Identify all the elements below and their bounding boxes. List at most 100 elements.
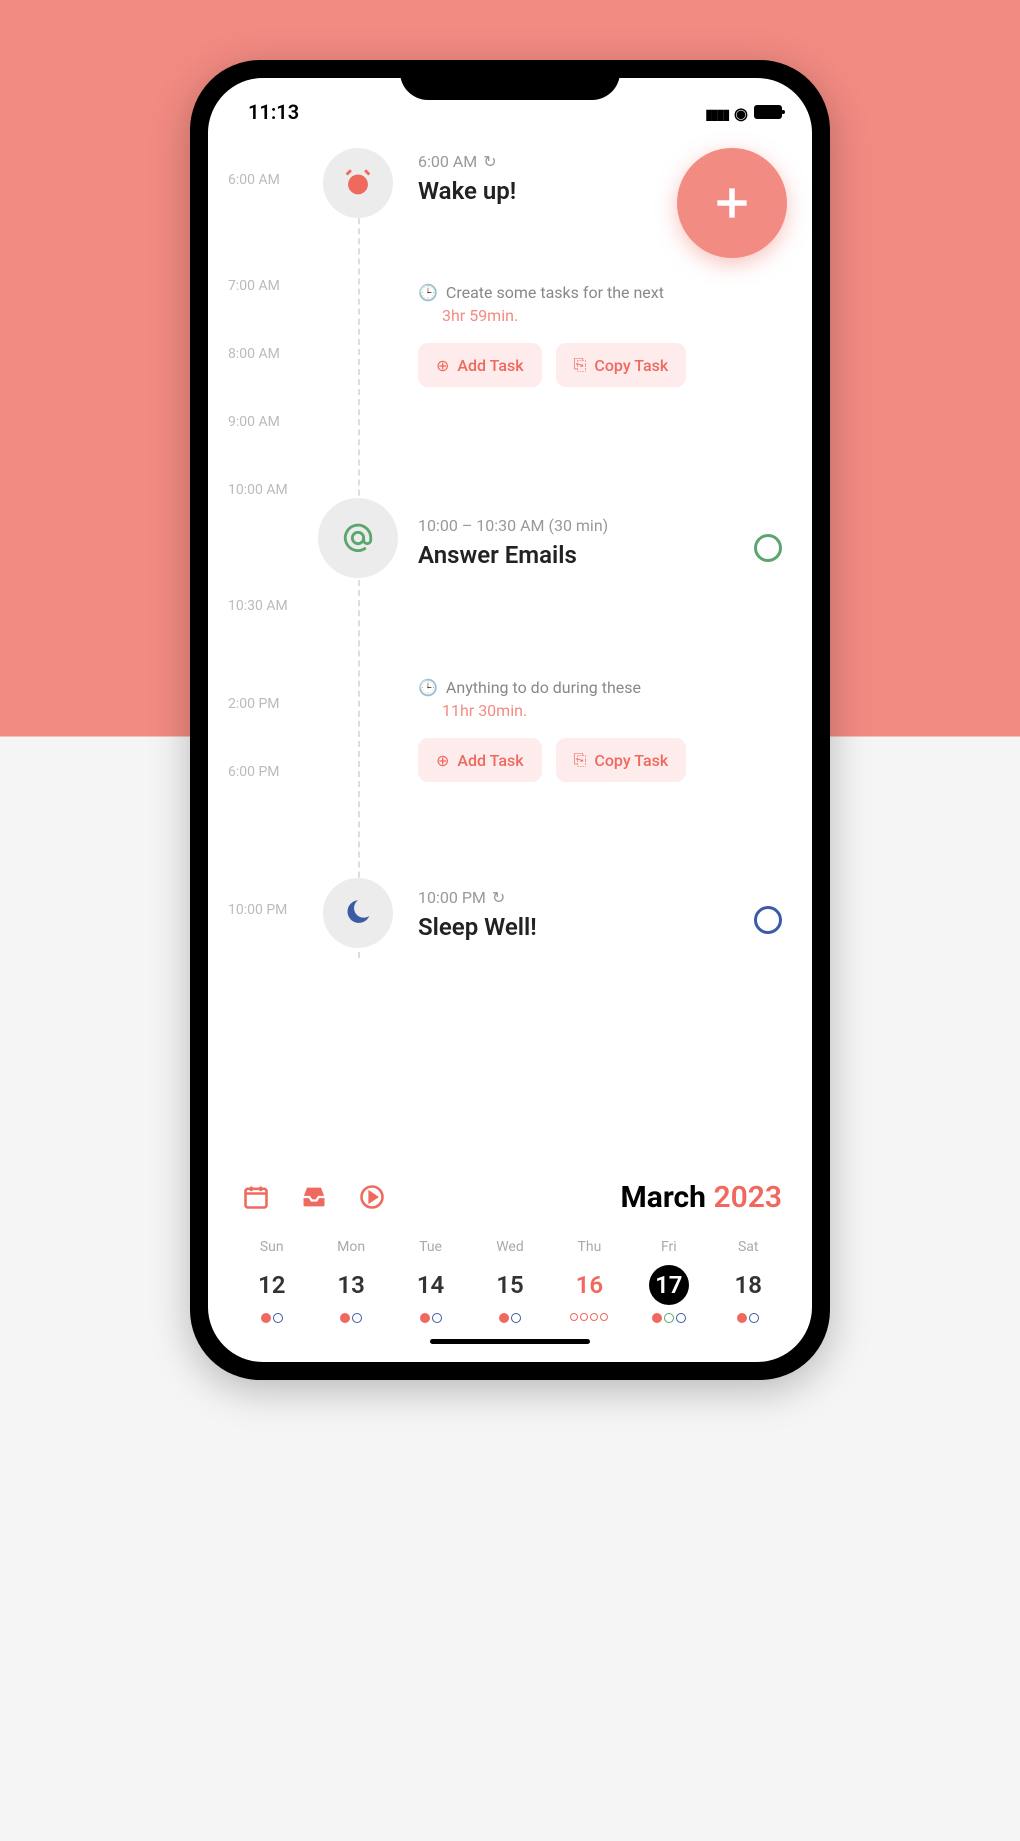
time-label: 10:30 AM	[228, 598, 313, 614]
time-label: 2:00 PM	[228, 696, 313, 712]
gap-duration: 3hr 59min.	[442, 306, 782, 325]
plus-circle-icon: ⊕	[436, 356, 449, 375]
day-of-week: Mon	[311, 1239, 390, 1255]
day-number: 13	[331, 1265, 371, 1305]
time-label: 6:00 PM	[228, 764, 313, 780]
calendar-icon	[242, 1183, 270, 1211]
copy-task-button[interactable]: ⎘ Copy Task	[556, 738, 687, 782]
event-node-sleep[interactable]	[323, 878, 393, 948]
signal-icon	[705, 100, 728, 124]
event-dot	[273, 1313, 283, 1323]
screen: 11:13 6:00 AM 7:00 AM 8:00 AM 9:00 AM 10:00 …	[208, 78, 812, 1362]
time-label: 10:00 PM	[228, 902, 313, 918]
home-indicator[interactable]	[430, 1339, 590, 1344]
copy-task-button[interactable]: ⎘ Copy Task	[556, 343, 687, 387]
clock-icon: 🕒	[418, 283, 438, 302]
bottom-panel: March 2023 Sun 12 Mon 13 Tue 14 Wed 15 Thu 16 Fri1…	[208, 1169, 812, 1362]
time-label: 8:00 AM	[228, 346, 313, 362]
event-dot	[420, 1313, 430, 1323]
moon-icon	[341, 896, 375, 930]
week-strip: Sun 12 Mon 13 Tue 14 Wed 15 Thu 16 Fri17Sat 18	[228, 1239, 792, 1323]
day-dots	[391, 1313, 470, 1323]
day-of-week: Tue	[391, 1239, 470, 1255]
event-node-emails[interactable]	[318, 498, 398, 578]
clock-icon: 🕒	[418, 678, 438, 697]
day-cell[interactable]: Thu 16	[550, 1239, 629, 1323]
event-dot	[749, 1313, 759, 1323]
day-of-week: Thu	[550, 1239, 629, 1255]
event-dot	[261, 1313, 271, 1323]
tools-row: March 2023	[228, 1169, 792, 1225]
event-dot	[590, 1313, 598, 1321]
day-number: 15	[490, 1265, 530, 1305]
plus-circle-icon: ⊕	[436, 751, 449, 770]
event-dot	[499, 1313, 509, 1323]
complete-toggle[interactable]	[754, 534, 782, 562]
day-number: 16	[569, 1265, 609, 1305]
status-bar: 11:13	[208, 78, 812, 128]
gap-duration: 11hr 30min.	[442, 701, 782, 720]
event-dot	[570, 1313, 578, 1321]
status-time: 11:13	[248, 100, 299, 124]
time-label: 10:00 AM	[228, 482, 313, 498]
add-button[interactable]	[677, 148, 787, 258]
at-icon	[341, 521, 375, 555]
event-title: Answer Emails	[418, 541, 782, 569]
inbox-icon	[300, 1183, 328, 1211]
day-dots	[709, 1313, 788, 1323]
day-cell[interactable]: Sun 12	[232, 1239, 311, 1323]
event-emails[interactable]: 10:00 – 10:30 AM (30 min) Answer Emails	[418, 516, 782, 569]
event-dot	[352, 1313, 362, 1323]
event-title: Sleep Well!	[418, 913, 782, 941]
event-node-wake[interactable]	[323, 148, 393, 218]
day-cell[interactable]: Mon 13	[311, 1239, 390, 1323]
day-dots	[550, 1313, 629, 1321]
time-label: 9:00 AM	[228, 414, 313, 430]
event-dot	[432, 1313, 442, 1323]
day-of-week: Sat	[709, 1239, 788, 1255]
event-dot	[737, 1313, 747, 1323]
copy-icon: ⎘	[574, 750, 587, 770]
month-name: March	[621, 1180, 706, 1215]
phone-frame: 11:13 6:00 AM 7:00 AM 8:00 AM 9:00 AM 10:00 …	[190, 60, 830, 1380]
gap-block-2: 🕒 Anything to do during these 11hr 30min…	[418, 678, 782, 782]
day-number: 14	[411, 1265, 451, 1305]
play-button[interactable]	[354, 1179, 390, 1215]
event-dot	[340, 1313, 350, 1323]
add-task-button[interactable]: ⊕ Add Task	[418, 343, 542, 387]
month-year: 2023	[713, 1180, 782, 1215]
complete-toggle[interactable]	[754, 906, 782, 934]
day-dots	[311, 1313, 390, 1323]
add-task-button[interactable]: ⊕ Add Task	[418, 738, 542, 782]
event-dot	[676, 1313, 686, 1323]
calendar-button[interactable]	[238, 1179, 274, 1215]
repeat-icon: ↻	[483, 152, 496, 171]
time-label: 7:00 AM	[228, 278, 313, 294]
content: 6:00 AM 7:00 AM 8:00 AM 9:00 AM 10:00 AM 10:3…	[208, 128, 812, 1169]
day-of-week: Wed	[470, 1239, 549, 1255]
event-dot	[511, 1313, 521, 1323]
day-number: 18	[728, 1265, 768, 1305]
inbox-button[interactable]	[296, 1179, 332, 1215]
alarm-icon	[341, 166, 375, 200]
day-cell[interactable]: Fri17	[629, 1239, 708, 1323]
day-cell[interactable]: Sat 18	[709, 1239, 788, 1323]
repeat-icon: ↻	[492, 888, 505, 907]
month-picker[interactable]: March 2023	[621, 1180, 783, 1215]
event-dot	[600, 1313, 608, 1321]
day-of-week: Sun	[232, 1239, 311, 1255]
day-dots	[232, 1313, 311, 1323]
gap-block-1: 🕒 Create some tasks for the next 3hr 59m…	[418, 283, 782, 387]
status-icons	[705, 100, 782, 124]
wifi-icon	[734, 100, 748, 124]
day-cell[interactable]: Tue 14	[391, 1239, 470, 1323]
day-number: 17	[649, 1265, 689, 1305]
day-number: 12	[252, 1265, 292, 1305]
event-dot	[664, 1313, 674, 1323]
time-label: 6:00 AM	[228, 172, 313, 188]
copy-icon: ⎘	[574, 355, 587, 375]
day-dots	[470, 1313, 549, 1323]
event-sleep[interactable]: 10:00 PM ↻ Sleep Well!	[418, 888, 782, 941]
day-cell[interactable]: Wed 15	[470, 1239, 549, 1323]
gap-prompt: 🕒 Anything to do during these	[418, 678, 782, 697]
